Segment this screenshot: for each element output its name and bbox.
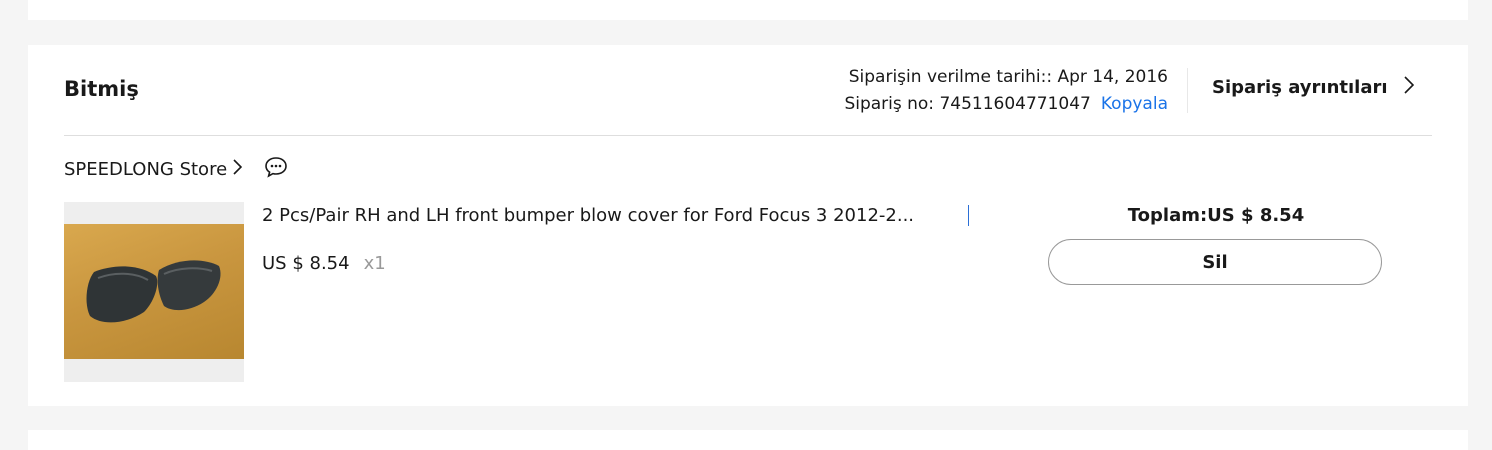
header-divider [1187, 68, 1188, 113]
order-meta: Siparişin verilme tarihi:: Apr 14, 2016 … [844, 64, 1168, 118]
delete-order-button[interactable]: Sil [1048, 239, 1382, 285]
order-status: Bitmiş [64, 77, 139, 101]
chevron-right-icon [1403, 76, 1414, 99]
store-name-link[interactable]: SPEEDLONG Store [64, 159, 227, 180]
store-row: SPEEDLONG Store [64, 156, 288, 183]
previous-order-card [28, 0, 1468, 20]
chat-bubble-icon[interactable] [264, 156, 288, 183]
copy-order-number-link[interactable]: Kopyala [1101, 94, 1168, 114]
item-quantity: x1 [363, 253, 386, 274]
item-price: US $ 8.54 [262, 253, 350, 274]
chevron-right-icon [233, 159, 243, 180]
price-row: US $ 8.54 x1 [262, 253, 386, 274]
product-image[interactable] [64, 202, 244, 382]
section-divider [64, 135, 1432, 136]
product-title-link[interactable]: 2 Pcs/Pair RH and LH front bumper blow c… [262, 205, 969, 226]
order-number-row: Sipariş no: 74511604771047 Kopyala [844, 91, 1168, 118]
order-total: Toplam:US $ 8.54 [1127, 205, 1305, 226]
next-order-card [28, 430, 1468, 450]
order-date: Siparişin verilme tarihi:: Apr 14, 2016 [848, 67, 1168, 87]
order-details-link[interactable]: Sipariş ayrıntıları [1212, 76, 1414, 99]
order-details-label: Sipariş ayrıntıları [1212, 77, 1388, 98]
product-photo [64, 224, 244, 359]
order-number: Sipariş no: 74511604771047 [844, 94, 1091, 114]
order-card: Bitmiş Siparişin verilme tarihi:: Apr 14… [28, 45, 1468, 406]
